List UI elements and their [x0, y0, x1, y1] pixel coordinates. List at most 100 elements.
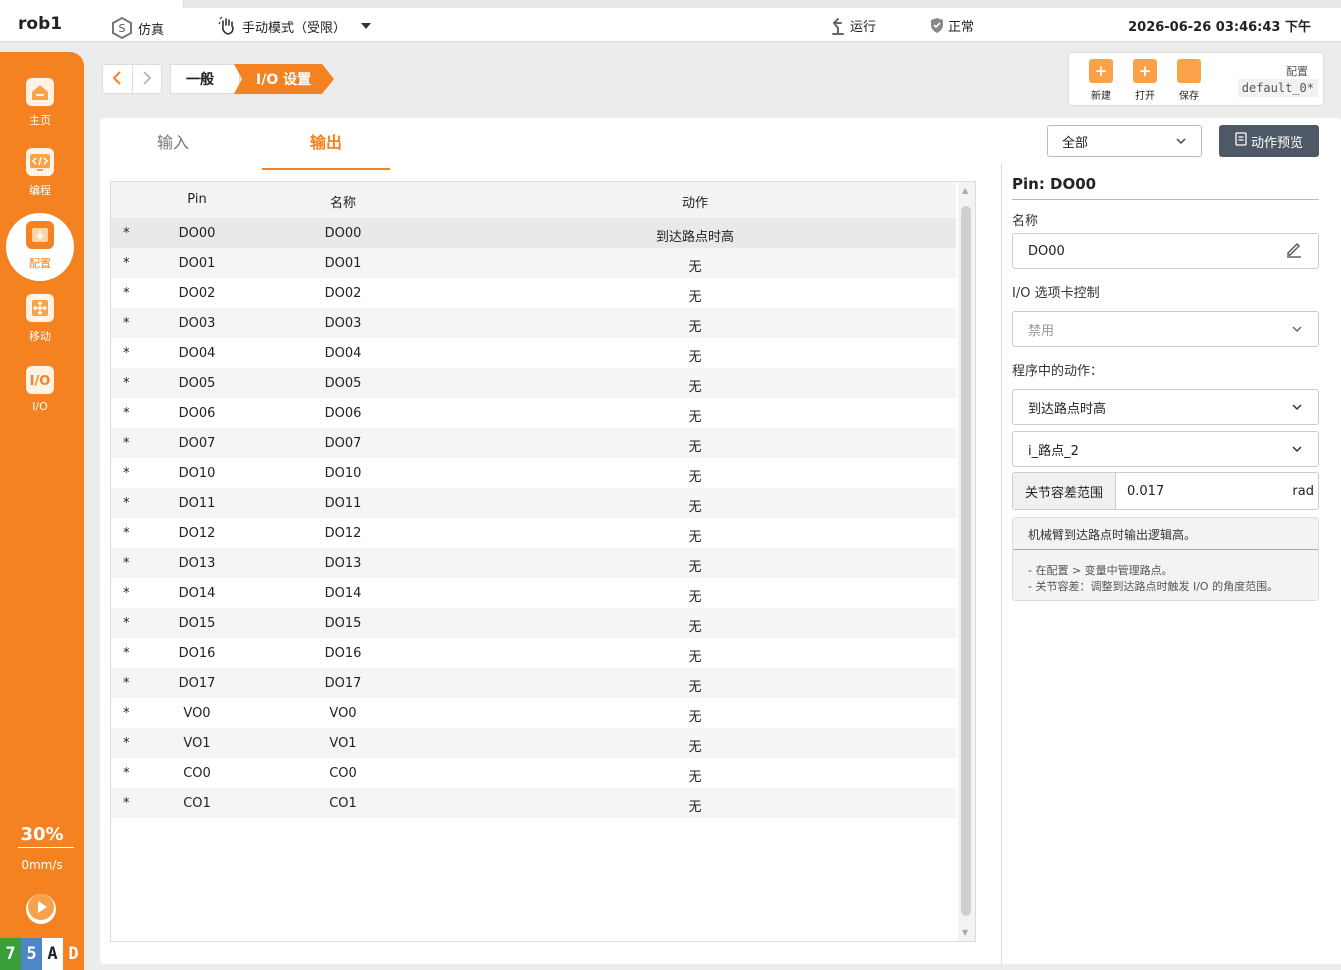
program-action-value: 到达路点时高: [1028, 401, 1107, 417]
scroll-down-icon[interactable]: ▼: [962, 928, 968, 937]
program-action-select[interactable]: 到达路点时高: [1012, 389, 1319, 425]
joint-tolerance-input[interactable]: 0.017: [1116, 473, 1292, 509]
scroll-thumb[interactable]: [961, 206, 971, 916]
table-row[interactable]: * DO17 DO17 无: [111, 668, 956, 698]
action-preview-button[interactable]: 动作预览: [1219, 125, 1319, 157]
config-panel: + 新建 + 打开 保存 配置 default_0*: [1068, 52, 1324, 106]
sidebar-item-label: 主页: [29, 114, 51, 127]
new-file-icon: +: [1089, 59, 1113, 83]
run-indicator[interactable]: 运行: [830, 16, 876, 35]
mode-selector[interactable]: 手动模式（受限）: [218, 16, 372, 36]
play-button[interactable]: [26, 894, 56, 924]
speed-percent[interactable]: 30%: [0, 824, 84, 845]
table-row[interactable]: * DO03 DO03 无: [111, 308, 956, 338]
row-star: *: [123, 766, 130, 781]
speed-mms: 0mm/s: [21, 858, 63, 872]
table-row[interactable]: * DO14 DO14 无: [111, 578, 956, 608]
row-action: 无: [688, 470, 702, 485]
row-name: VO1: [329, 736, 357, 751]
logo-char-7: 7: [0, 938, 21, 970]
table-row[interactable]: * DO06 DO06 无: [111, 398, 956, 428]
sidebar-item-program[interactable]: 编程: [0, 148, 80, 214]
row-action: 无: [688, 350, 702, 365]
row-pin: DO12: [178, 526, 216, 541]
header-pin[interactable]: Pin: [161, 192, 233, 207]
row-star: *: [123, 586, 130, 601]
back-button[interactable]: [103, 65, 132, 93]
row-action: 无: [688, 440, 702, 455]
simulation-indicator[interactable]: S 仿真: [110, 16, 164, 40]
table-row[interactable]: * DO16 DO16 无: [111, 638, 956, 668]
breadcrumb-io-settings[interactable]: I/O 设置: [234, 64, 334, 94]
row-pin: CO1: [183, 796, 211, 811]
row-action: 无: [688, 650, 702, 665]
row-pin: DO07: [178, 436, 216, 451]
row-star: *: [123, 646, 130, 661]
table-row[interactable]: * DO02 DO02 无: [111, 278, 956, 308]
sidebar-item-config[interactable]: 配置: [6, 213, 74, 281]
waypoint-value: i_路点_2: [1028, 443, 1079, 459]
table-row[interactable]: * DO01 DO01 无: [111, 248, 956, 278]
table-row[interactable]: * DO04 DO04 无: [111, 338, 956, 368]
filter-value: 全部: [1062, 135, 1089, 151]
edit-icon[interactable]: [1285, 240, 1303, 262]
row-name: DO16: [324, 646, 362, 661]
table-row[interactable]: * DO05 DO05 无: [111, 368, 956, 398]
divider: [1012, 199, 1319, 200]
name-field[interactable]: DO00: [1012, 233, 1319, 269]
open-config-button[interactable]: + 打开: [1127, 59, 1163, 102]
filter-select[interactable]: 全部: [1047, 125, 1202, 157]
row-star: *: [123, 436, 130, 451]
tab-output[interactable]: 输出: [262, 132, 390, 170]
top-bar: rob1 S 仿真 手动模式（受限） 运行 正常 2026-06-26 03:4…: [0, 8, 1341, 42]
pin-detail-panel: Pin: DO00 名称 DO00 I/O 选项卡控制 禁用 程序中的动作： 到…: [1001, 163, 1341, 964]
row-pin: VO1: [183, 736, 211, 751]
forward-button[interactable]: [131, 65, 161, 93]
play-icon: [26, 892, 56, 926]
row-star: *: [123, 376, 130, 391]
table-row[interactable]: * DO00 DO00 到达路点时高: [111, 218, 956, 248]
row-star: *: [123, 256, 130, 271]
info-header: 机械臂到达路点时输出逻辑高。: [1028, 528, 1197, 542]
main-panel: 输入 输出 全部 动作预览 Pin 名称 动作 * DO00 DO00 到达路点时高 *…: [100, 118, 1341, 964]
sidebar-item-move[interactable]: 移动: [0, 294, 80, 360]
row-star: *: [123, 286, 130, 301]
header-action[interactable]: 动作: [595, 192, 795, 211]
status-indicator[interactable]: 正常: [930, 16, 974, 35]
row-name: CO0: [329, 766, 357, 781]
save-config-button[interactable]: 保存: [1171, 59, 1207, 102]
chevron-down-icon: [360, 21, 372, 31]
row-pin: DO15: [178, 616, 216, 631]
name-label: 名称: [1012, 214, 1039, 229]
table-row[interactable]: * DO15 DO15 无: [111, 608, 956, 638]
top-strip: [0, 0, 1341, 8]
table-row[interactable]: * CO0 CO0 无: [111, 758, 956, 788]
breadcrumb-general[interactable]: 一般: [170, 64, 240, 94]
tab-input[interactable]: 输入: [109, 132, 237, 170]
save-label: 保存: [1179, 91, 1199, 102]
table-row[interactable]: * DO13 DO13 无: [111, 548, 956, 578]
row-star: *: [123, 616, 130, 631]
scroll-up-icon[interactable]: ▲: [962, 186, 968, 195]
table-scrollbar[interactable]: ▲ ▼: [958, 182, 975, 941]
waypoint-select[interactable]: i_路点_2: [1012, 431, 1319, 467]
table-row[interactable]: * VO0 VO0 无: [111, 698, 956, 728]
row-action: 到达路点时高: [655, 230, 734, 245]
sidebar-item-io[interactable]: I/O I/O: [0, 366, 80, 432]
table-row[interactable]: * CO1 CO1 无: [111, 788, 956, 818]
joint-tolerance-unit: rad: [1292, 483, 1314, 499]
table-row[interactable]: * DO10 DO10 无: [111, 458, 956, 488]
robot-name[interactable]: rob1: [18, 14, 62, 34]
new-config-button[interactable]: + 新建: [1083, 59, 1119, 102]
table-row[interactable]: * DO12 DO12 无: [111, 518, 956, 548]
table-row[interactable]: * VO1 VO1 无: [111, 728, 956, 758]
table-row[interactable]: * DO07 DO07 无: [111, 428, 956, 458]
sidebar-item-home[interactable]: 主页: [0, 78, 80, 144]
info-box: 机械臂到达路点时输出逻辑高。 - 在配置 > 变量中管理路点。 - 关节容差：调…: [1012, 517, 1319, 601]
row-pin: DO02: [178, 286, 216, 301]
row-action: 无: [688, 770, 702, 785]
table-row[interactable]: * DO11 DO11 无: [111, 488, 956, 518]
header-name[interactable]: 名称: [307, 192, 379, 211]
document-icon: [1235, 132, 1247, 150]
io-tab-control-select[interactable]: 禁用: [1012, 311, 1319, 347]
